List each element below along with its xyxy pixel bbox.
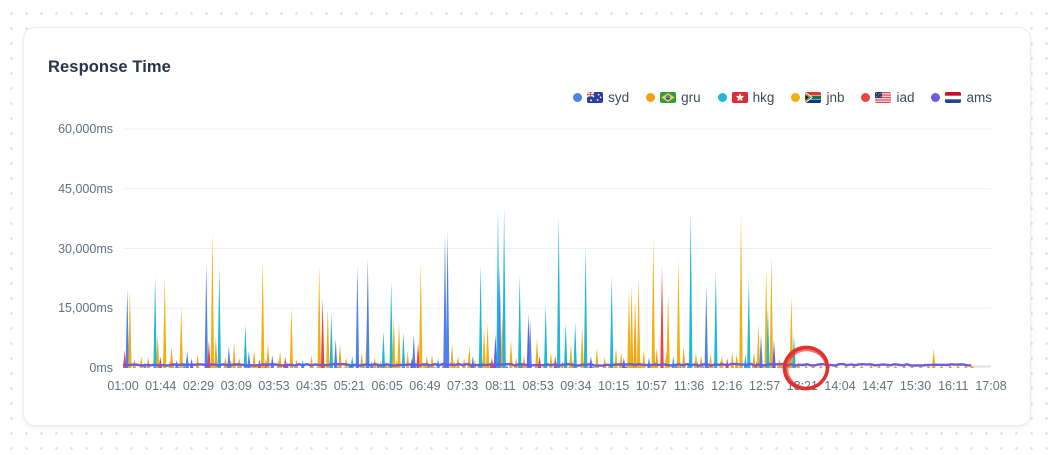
x-tick-label: 06:05 bbox=[371, 379, 403, 393]
chart-title: Response Time bbox=[48, 58, 171, 76]
legend-item-label: hkg bbox=[752, 90, 775, 105]
x-tick-label: 03:09 bbox=[220, 379, 252, 393]
legend-dot bbox=[646, 93, 656, 102]
x-tick-label: 10:57 bbox=[635, 379, 667, 393]
x-tick-label: 15:30 bbox=[899, 379, 932, 393]
flag-nl-icon bbox=[945, 92, 962, 103]
legend-item-label: iad bbox=[896, 90, 915, 105]
response-time-chart bbox=[122, 128, 991, 368]
legend-item-iad[interactable]: iad bbox=[861, 90, 914, 105]
chart-plot-area bbox=[122, 128, 991, 368]
legend-item-label: ams bbox=[966, 90, 992, 105]
legend-dot bbox=[573, 93, 583, 102]
y-tick-label: 45,000ms bbox=[58, 181, 113, 196]
flag-hk-icon bbox=[731, 92, 748, 103]
x-tick-label: 01:00 bbox=[107, 379, 139, 393]
x-tick-label: 12:16 bbox=[711, 379, 743, 393]
x-tick-label: 04:35 bbox=[296, 379, 328, 393]
legend-item-jnb[interactable]: jnb bbox=[791, 90, 844, 105]
x-tick-label: 10:15 bbox=[597, 379, 630, 393]
legend-item-ams[interactable]: ams bbox=[931, 90, 992, 105]
x-tick-label: 08:11 bbox=[485, 379, 516, 393]
flag-au-icon bbox=[587, 92, 604, 103]
legend-dot bbox=[931, 93, 941, 102]
y-tick-label: 30,000ms bbox=[58, 241, 113, 256]
x-tick-label: 17:08 bbox=[975, 379, 1007, 393]
legend-item-hkg[interactable]: hkg bbox=[717, 90, 775, 105]
x-tick-label: 16:11 bbox=[938, 379, 969, 393]
legend-dot bbox=[717, 93, 727, 102]
response-time-card: Response Time syd gru hkg jnb iad ams 60,000m… bbox=[23, 27, 1031, 426]
x-tick-label: 09:34 bbox=[560, 379, 592, 393]
x-tick-label: 13:21 bbox=[786, 379, 818, 393]
x-tick-label: 05:21 bbox=[333, 379, 366, 393]
y-axis-labels: 60,000ms 45,000ms 30,000ms 15,000ms 0ms bbox=[24, 122, 113, 375]
x-tick-label: 08:53 bbox=[522, 379, 554, 393]
legend-dot bbox=[791, 93, 801, 102]
chart-legend: syd gru hkg jnb iad ams bbox=[573, 90, 992, 105]
x-tick-label: 06:49 bbox=[409, 379, 441, 393]
x-tick-label: 01:44 bbox=[145, 379, 177, 393]
y-tick-label: 60,000ms bbox=[58, 122, 113, 136]
x-tick-label: 07:33 bbox=[447, 379, 479, 393]
page: { "card": { "title": "Response Time" }, … bbox=[0, 0, 1051, 455]
x-tick-label: 14:47 bbox=[862, 379, 894, 393]
x-axis-labels: 01:00 01:44 02:29 03:09 03:53 04:35 05:21 06:05… bbox=[107, 379, 1006, 397]
legend-item-label: gru bbox=[681, 90, 701, 105]
x-tick-label: 14:04 bbox=[824, 379, 856, 393]
legend-item-syd[interactable]: syd bbox=[573, 90, 629, 105]
x-tick-label: 02:29 bbox=[182, 379, 215, 393]
y-tick-label: 15,000ms bbox=[58, 301, 113, 316]
y-tick-label: 0ms bbox=[89, 361, 113, 375]
legend-item-gru[interactable]: gru bbox=[646, 90, 701, 105]
legend-item-label: syd bbox=[608, 90, 630, 105]
x-tick-label: 12:57 bbox=[748, 379, 781, 393]
legend-item-label: jnb bbox=[826, 90, 845, 105]
legend-dot bbox=[861, 93, 871, 102]
x-tick-label: 11:36 bbox=[673, 379, 705, 393]
flag-br-icon bbox=[660, 92, 677, 103]
x-tick-label: 03:53 bbox=[258, 379, 290, 393]
flag-us-icon bbox=[875, 92, 892, 103]
flag-za-icon bbox=[805, 92, 822, 103]
